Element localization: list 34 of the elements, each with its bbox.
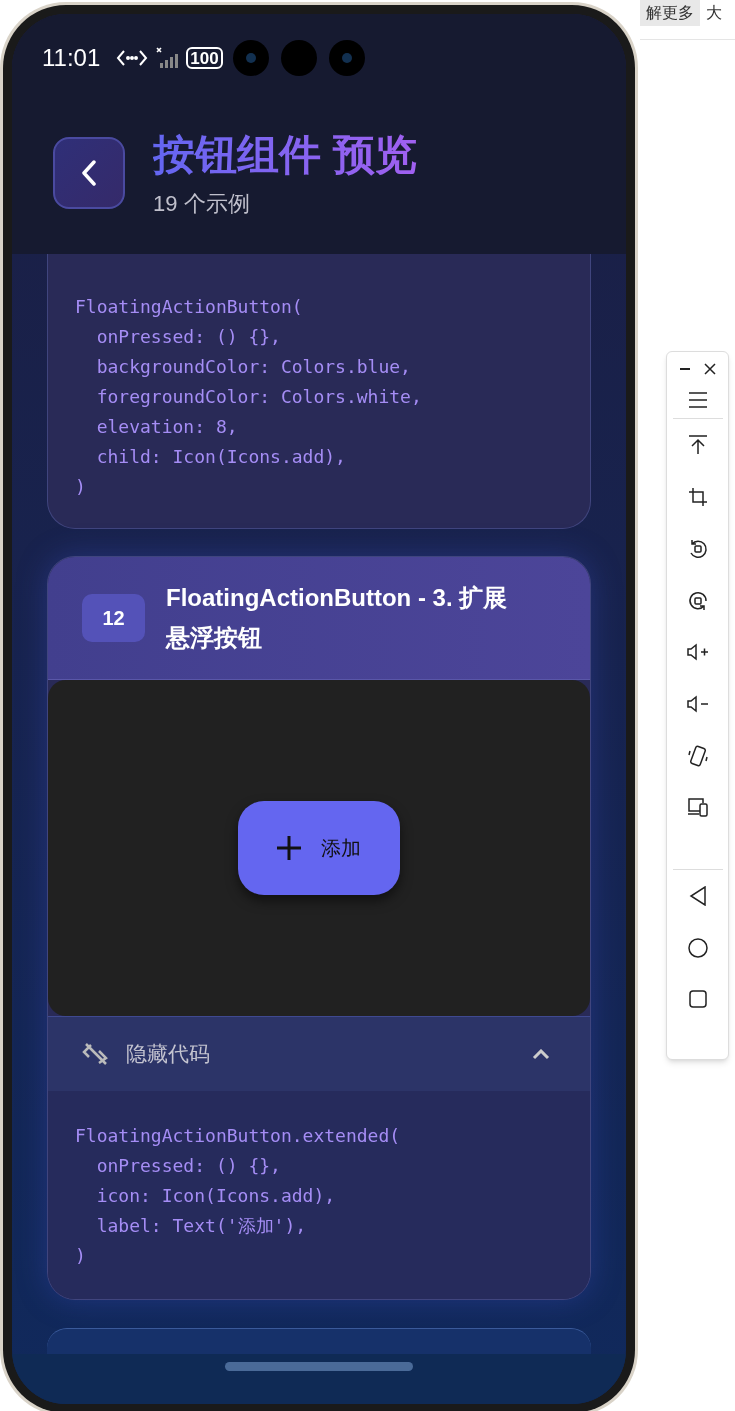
camera-icon — [280, 40, 317, 76]
page-subtitle: 19 个示例 — [153, 190, 250, 218]
example-number-badge: 12 — [82, 594, 145, 642]
phone-shake-icon[interactable] — [687, 745, 708, 767]
code-toggle[interactable]: 隐藏代码 — [48, 1016, 590, 1091]
rotate-icon[interactable] — [687, 591, 708, 611]
browser-tab[interactable]: 解更多 — [640, 0, 700, 26]
code-snippet: FloatingActionButton( onPressed: () {}, backgroundColor: Colors.blue, foregroundColor: Colors.white, elevation: 8, child: Icon(Icons.add), ) — [75, 295, 423, 499]
battery-indicator: 100 — [186, 47, 223, 69]
camera-icon — [232, 40, 269, 76]
add-fab[interactable]: 添加 — [238, 801, 400, 895]
plus-icon — [277, 836, 301, 860]
close-icon[interactable] — [703, 363, 716, 375]
chevron-up-icon — [532, 1048, 550, 1060]
arrow-up-icon[interactable] — [687, 435, 708, 455]
recents-icon[interactable] — [688, 990, 707, 1008]
volume-up-icon[interactable] — [686, 643, 709, 661]
data-transfer-icon — [116, 49, 149, 67]
camera-icon — [328, 40, 365, 76]
home-icon[interactable] — [687, 938, 708, 958]
menu-icon[interactable] — [687, 392, 708, 408]
code-off-icon — [82, 1041, 108, 1067]
crop-icon[interactable] — [687, 487, 708, 507]
status-time: 11:01 — [42, 43, 101, 73]
chevron-left-icon — [81, 160, 97, 186]
code-snippet: FloatingActionButton.extended( onPressed: () {}, icon: Icon(Icons.add), label: Text('添加'), ) — [75, 1124, 402, 1268]
back-button[interactable] — [53, 137, 125, 209]
volume-down-icon[interactable] — [686, 695, 709, 713]
signal-icon — [156, 47, 181, 69]
minimize-icon[interactable] — [679, 368, 690, 370]
rotate-icon[interactable] — [687, 539, 708, 559]
example-title: FloatingActionButton - 3. 扩展悬浮按钮 — [166, 583, 509, 653]
back-icon[interactable] — [688, 886, 707, 906]
devices-icon[interactable] — [686, 797, 709, 817]
